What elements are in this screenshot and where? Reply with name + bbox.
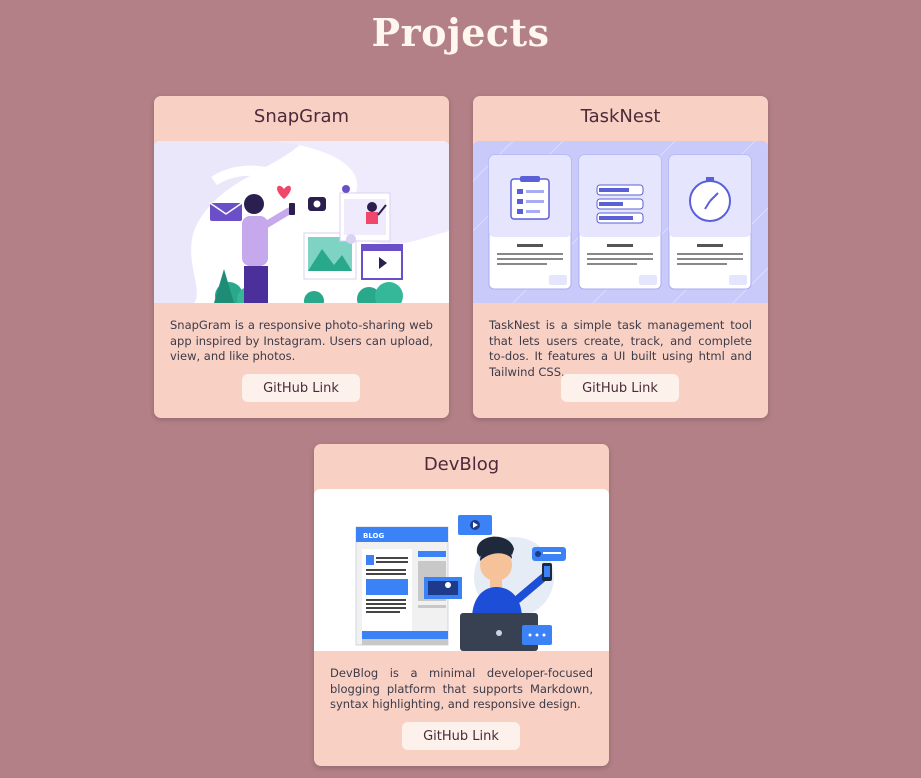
project-card-tasknest: TaskNest TaskNest is a simple task manag… xyxy=(473,96,768,418)
project-description: DevBlog is a minimal developer-focused b… xyxy=(330,666,593,711)
github-link-button[interactable]: GitHub Link xyxy=(402,722,520,750)
project-description: TaskNest is a simple task management too… xyxy=(489,318,752,379)
blog-tag: BLOG xyxy=(363,532,384,540)
project-image-devblog: BLOG xyxy=(314,489,609,651)
project-title: DevBlog xyxy=(423,454,500,475)
github-link-button[interactable]: GitHub Link xyxy=(561,374,679,402)
project-card-devblog: DevBlog BLOG DevBlog is a minimal develo… xyxy=(314,444,609,766)
project-description: SnapGram is a responsive photo-sharing w… xyxy=(170,318,433,363)
project-image-tasknest xyxy=(473,141,768,303)
project-card-snapgram: SnapGram SnapGram is a responsive photo-… xyxy=(154,96,449,418)
project-title: TaskNest xyxy=(580,106,661,127)
project-image-snapgram xyxy=(154,141,449,303)
page-title: Projects xyxy=(371,10,550,55)
github-link-button[interactable]: GitHub Link xyxy=(242,374,360,402)
project-title: SnapGram xyxy=(253,106,350,127)
